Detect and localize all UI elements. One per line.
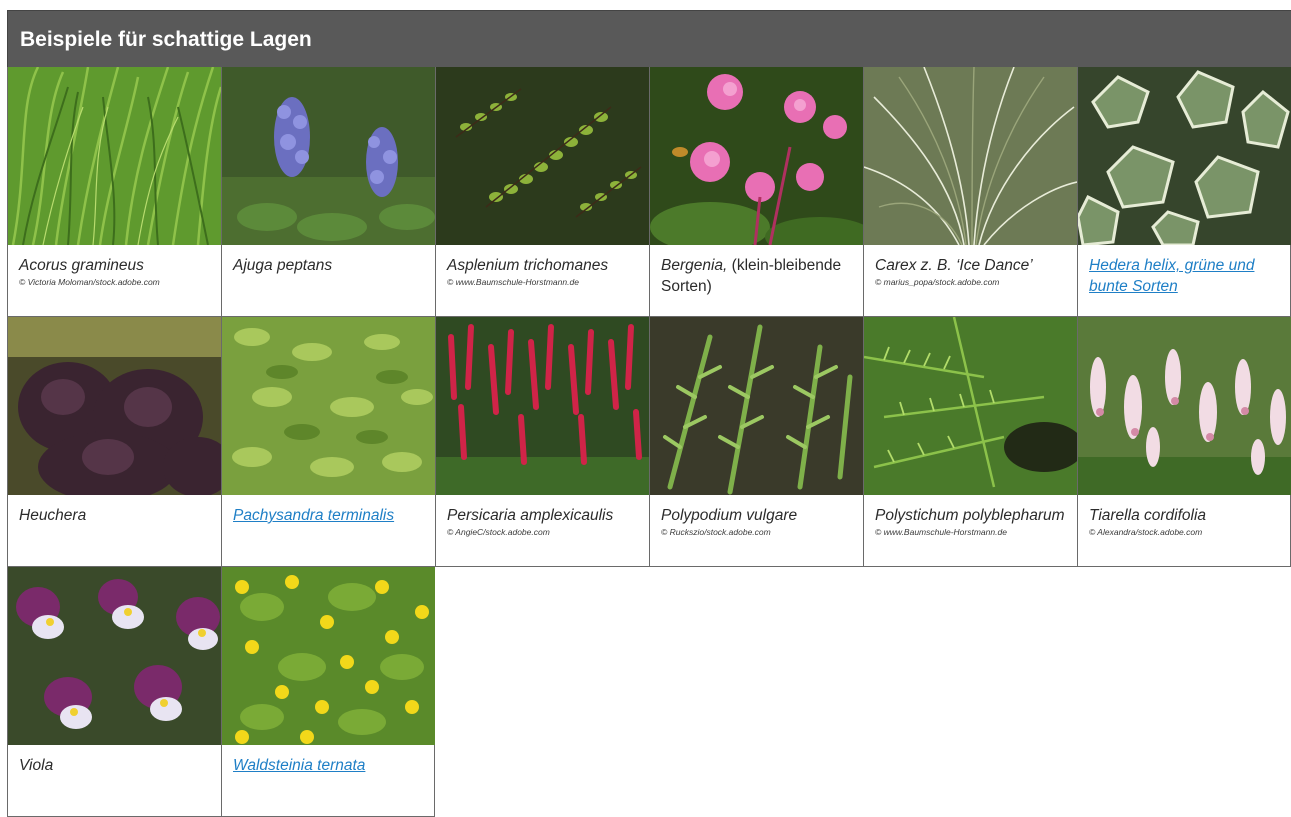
plant-name: Asplenium trichomanes [447, 257, 609, 274]
plant-card: Waldsteinia ternata [221, 567, 435, 817]
plant-photo-polypodium [650, 317, 863, 495]
plant-name: Polypodium vulgare [661, 507, 798, 524]
plant-photo-tiarella [1078, 317, 1291, 495]
page-title: Beispiele für schattige Lagen [20, 28, 312, 51]
plant-name: Carex z. B. ‘Ice Dance’ [875, 257, 1033, 274]
plant-caption: Heuchera [19, 505, 217, 526]
plant-card: Acorus gramineus © Victoria Moloman/stoc… [7, 67, 221, 317]
plant-name: Persicaria amplexicaulis [447, 507, 614, 524]
plant-card: Ajuga peptans [221, 67, 435, 317]
plant-card: Tiarella cordifolia © Alexandra/stock.ad… [1077, 317, 1291, 567]
plant-caption: Viola [19, 755, 217, 776]
plant-photo-viola [8, 567, 221, 745]
plant-name: Polystichum polyblepharum [875, 507, 1065, 524]
plant-card: Polypodium vulgare © Ruckszio/stock.adob… [649, 317, 863, 567]
plant-table: Beispiele für schattige Lagen Acorus gra… [7, 10, 1291, 817]
plant-card: Persicaria amplexicaulis © AngieC/stock.… [435, 317, 649, 567]
plant-caption: Bergenia, (klein-bleibende Sorten) [661, 255, 859, 297]
plant-photo-acorus [8, 67, 221, 245]
plant-caption: Persicaria amplexicaulis © AngieC/stock.… [447, 505, 645, 537]
photo-credit: © marius_popa/stock.adobe.com [875, 277, 1000, 287]
plant-card: Asplenium trichomanes © www.Baumschule-H… [435, 67, 649, 317]
plant-link[interactable]: Hedera helix, grüne und bunte Sorten [1089, 255, 1286, 297]
plant-photo-waldsteinia [222, 567, 435, 745]
photo-credit: © Victoria Moloman/stock.adobe.com [19, 277, 160, 287]
plant-photo-pachysandra [222, 317, 435, 495]
plant-caption: Waldsteinia ternata [233, 755, 430, 776]
plant-card: Pachysandra terminalis [221, 317, 435, 567]
plant-caption: Hedera helix, grüne und bunte Sorten [1089, 255, 1286, 297]
empty-cell [1077, 567, 1291, 817]
plant-name-italic: Bergenia, [661, 257, 728, 274]
plant-card: Heuchera [7, 317, 221, 567]
plant-photo-bergenia [650, 67, 863, 245]
plant-card: Carex z. B. ‘Ice Dance’ © marius_popa/st… [863, 67, 1077, 317]
empty-cell [649, 567, 863, 817]
plant-card: Polystichum polyblepharum © www.Baumschu… [863, 317, 1077, 567]
plant-photo-hedera [1078, 67, 1291, 245]
photo-credit: © Alexandra/stock.adobe.com [1089, 527, 1203, 537]
plant-caption: Ajuga peptans [233, 255, 431, 276]
plant-caption: Asplenium trichomanes © www.Baumschule-H… [447, 255, 645, 287]
table-header: Beispiele für schattige Lagen [7, 10, 1291, 67]
plant-link[interactable]: Waldsteinia ternata [233, 755, 430, 776]
plant-caption: Pachysandra terminalis [233, 505, 431, 526]
photo-credit: © www.Baumschule-Horstmann.de [875, 527, 1007, 537]
photo-credit: © AngieC/stock.adobe.com [447, 527, 550, 537]
plant-caption: Acorus gramineus © Victoria Moloman/stoc… [19, 255, 217, 287]
plant-caption: Carex z. B. ‘Ice Dance’ © marius_popa/st… [875, 255, 1073, 287]
photo-credit: © www.Baumschule-Horstmann.de [447, 277, 579, 287]
plant-card: Bergenia, (klein-bleibende Sorten) [649, 67, 863, 317]
plant-photo-asplenium [436, 67, 649, 245]
plant-card: Hedera helix, grüne und bunte Sorten [1077, 67, 1291, 317]
plant-photo-persicaria [436, 317, 649, 495]
plant-photo-carex [864, 67, 1077, 245]
plant-photo-ajuga [222, 67, 435, 245]
plant-card: Viola [7, 567, 221, 817]
photo-credit: © Ruckszio/stock.adobe.com [661, 527, 771, 537]
plant-name: Tiarella cordifolia [1089, 507, 1207, 524]
plant-name: Bergenia, (klein-bleibende Sorten) [661, 255, 859, 297]
empty-cell [435, 567, 649, 817]
plant-caption: Tiarella cordifolia © Alexandra/stock.ad… [1089, 505, 1286, 537]
plant-grid: Acorus gramineus © Victoria Moloman/stoc… [7, 67, 1291, 817]
plant-photo-polystichum [864, 317, 1077, 495]
plant-link[interactable]: Pachysandra terminalis [233, 505, 431, 526]
plant-name: Ajuga peptans [233, 257, 333, 274]
plant-caption: Polypodium vulgare © Ruckszio/stock.adob… [661, 505, 859, 537]
plant-caption: Polystichum polyblepharum © www.Baumschu… [875, 505, 1073, 537]
empty-cell [863, 567, 1077, 817]
plant-name: Heuchera [19, 507, 87, 524]
plant-name: Acorus gramineus [19, 257, 144, 274]
plant-photo-heuchera [8, 317, 221, 495]
plant-name: Viola [19, 757, 54, 774]
